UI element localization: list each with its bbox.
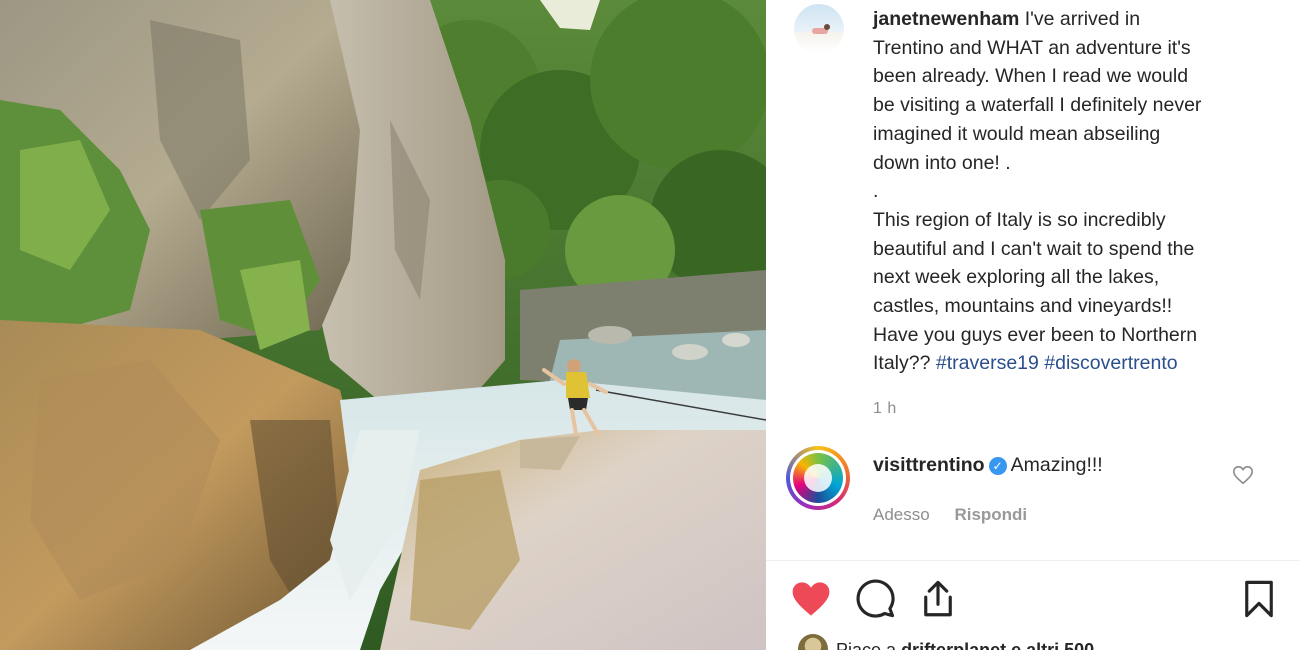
caption-line: be visiting a waterfall I definitely nev…: [873, 94, 1202, 117]
caption-line: Have you guys ever been to Northern: [873, 323, 1198, 346]
verified-badge-icon: ✓: [988, 457, 1007, 475]
instagram-post-view: janetnewenham I've arrived in Trentino a…: [0, 0, 1300, 650]
likes-prefix: Piace a: [836, 640, 897, 650]
waterfall-canyon-image: [0, 0, 766, 650]
caption-line: castles, mountains and vineyards!!: [873, 295, 1173, 318]
bookmark-icon[interactable]: [1238, 578, 1280, 620]
commenter-username[interactable]: visittrentino: [873, 454, 985, 476]
caption-line: down into one! .: [873, 151, 1011, 174]
heart-filled-icon[interactable]: [790, 578, 832, 620]
likes-count[interactable]: e altri 500: [1011, 640, 1094, 650]
caption-line: I've arrived in: [1024, 8, 1141, 30]
commenter-avatar[interactable]: [786, 446, 850, 510]
post-caption: janetnewenham I've arrived in Trentino a…: [873, 5, 1273, 378]
caption-line: imagined it would mean abseiling: [873, 122, 1161, 145]
hashtag-link[interactable]: #traverse19: [936, 352, 1039, 374]
hashtag-link[interactable]: #discovertrento: [1044, 352, 1177, 374]
post-timestamp[interactable]: 1 h: [873, 400, 897, 418]
heart-outline-icon[interactable]: [1232, 464, 1254, 486]
caption-line: Italy??: [873, 352, 931, 375]
caption-line: .: [873, 180, 879, 203]
comment-meta: Adesso Rispondi: [873, 505, 1047, 525]
author-username[interactable]: janetnewenham: [873, 8, 1019, 30]
comment-text: Amazing!!!: [1010, 454, 1103, 476]
caption-line: beautiful and I can't wait to spend the: [873, 237, 1195, 260]
share-icon[interactable]: [917, 578, 959, 620]
comment-timestamp[interactable]: Adesso: [873, 505, 930, 524]
reply-button[interactable]: Rispondi: [954, 505, 1027, 524]
post-photo[interactable]: [0, 0, 766, 650]
caption-line: Trentino and WHAT an adventure it's: [873, 36, 1191, 59]
post-side-panel: janetnewenham I've arrived in Trentino a…: [766, 0, 1300, 650]
comment: visittrentino ✓ Amazing!!!: [873, 454, 1103, 477]
caption-line: next week exploring all the lakes,: [873, 266, 1160, 289]
likes-summary: Piace a drifterplanet e altri 500: [798, 634, 1094, 650]
section-divider: [766, 560, 1300, 561]
comment-bubble-icon[interactable]: [854, 578, 896, 620]
liker-avatar[interactable]: [798, 634, 828, 650]
liker-username[interactable]: drifterplanet: [901, 640, 1006, 650]
caption-line: been already. When I read we would: [873, 65, 1189, 88]
author-avatar[interactable]: [794, 4, 844, 54]
caption-line: This region of Italy is so incredibly: [873, 208, 1166, 231]
